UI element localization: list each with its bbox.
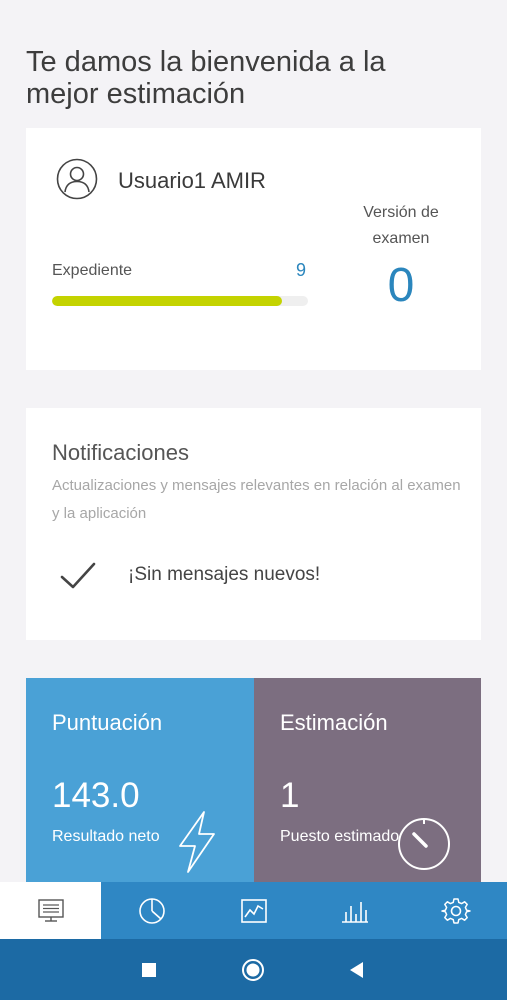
notifications-empty-message: ¡Sin mensajes nuevos! bbox=[128, 564, 321, 585]
home-icon[interactable] bbox=[240, 957, 266, 983]
expediente-value: 9 bbox=[296, 260, 307, 280]
estimate-title: Estimación bbox=[280, 710, 388, 735]
estimate-caption: Puesto estimado bbox=[280, 828, 400, 845]
stopwatch-icon bbox=[398, 818, 450, 870]
pie-chart-icon bbox=[139, 897, 165, 924]
tab-pie-chart[interactable] bbox=[101, 882, 202, 939]
estimate-tile[interactable]: Estimación 1 Puesto estimado bbox=[254, 678, 481, 882]
tab-bar-chart[interactable] bbox=[304, 882, 405, 939]
tab-settings[interactable] bbox=[406, 882, 507, 939]
dashboard-icon bbox=[38, 898, 64, 922]
score-value: 143.0 bbox=[52, 776, 140, 815]
back-icon[interactable] bbox=[344, 957, 370, 983]
version-value: 0 bbox=[387, 259, 415, 312]
notifications-subtitle: Actualizaciones y mensajes relevantes en… bbox=[52, 477, 461, 522]
line-chart-icon bbox=[240, 898, 267, 923]
recents-icon[interactable] bbox=[136, 957, 162, 983]
android-nav-bar bbox=[0, 939, 507, 1000]
score-title: Puntuación bbox=[52, 710, 163, 735]
expediente-progress-fill bbox=[52, 296, 283, 306]
expediente-progress-bar bbox=[52, 296, 308, 306]
lightning-icon bbox=[179, 811, 215, 873]
bar-chart-icon bbox=[341, 901, 368, 923]
version-label: Versión de examen bbox=[363, 204, 439, 247]
bottom-tab-bar bbox=[0, 882, 507, 939]
notifications-card: Notificaciones Actualizaciones y mensaje… bbox=[26, 408, 481, 640]
user-name: Usuario1 AMIR bbox=[118, 168, 266, 193]
notifications-title: Notificaciones bbox=[52, 440, 189, 465]
tab-dashboard[interactable] bbox=[0, 882, 102, 939]
score-caption: Resultado neto bbox=[52, 828, 160, 845]
user-circle-icon[interactable] bbox=[56, 158, 98, 200]
score-tile[interactable]: Puntuación 143.0 Resultado neto bbox=[26, 678, 254, 882]
expediente-label: Expediente bbox=[52, 262, 133, 279]
check-icon bbox=[60, 562, 96, 589]
gear-icon bbox=[441, 897, 472, 924]
user-card: Usuario1 AMIR Expediente 9 Versión de ex… bbox=[26, 128, 481, 370]
welcome-title: Te damos la bienvenida a la mejor estima… bbox=[26, 46, 386, 110]
tab-line-chart[interactable] bbox=[203, 882, 304, 939]
estimate-value: 1 bbox=[280, 776, 300, 815]
